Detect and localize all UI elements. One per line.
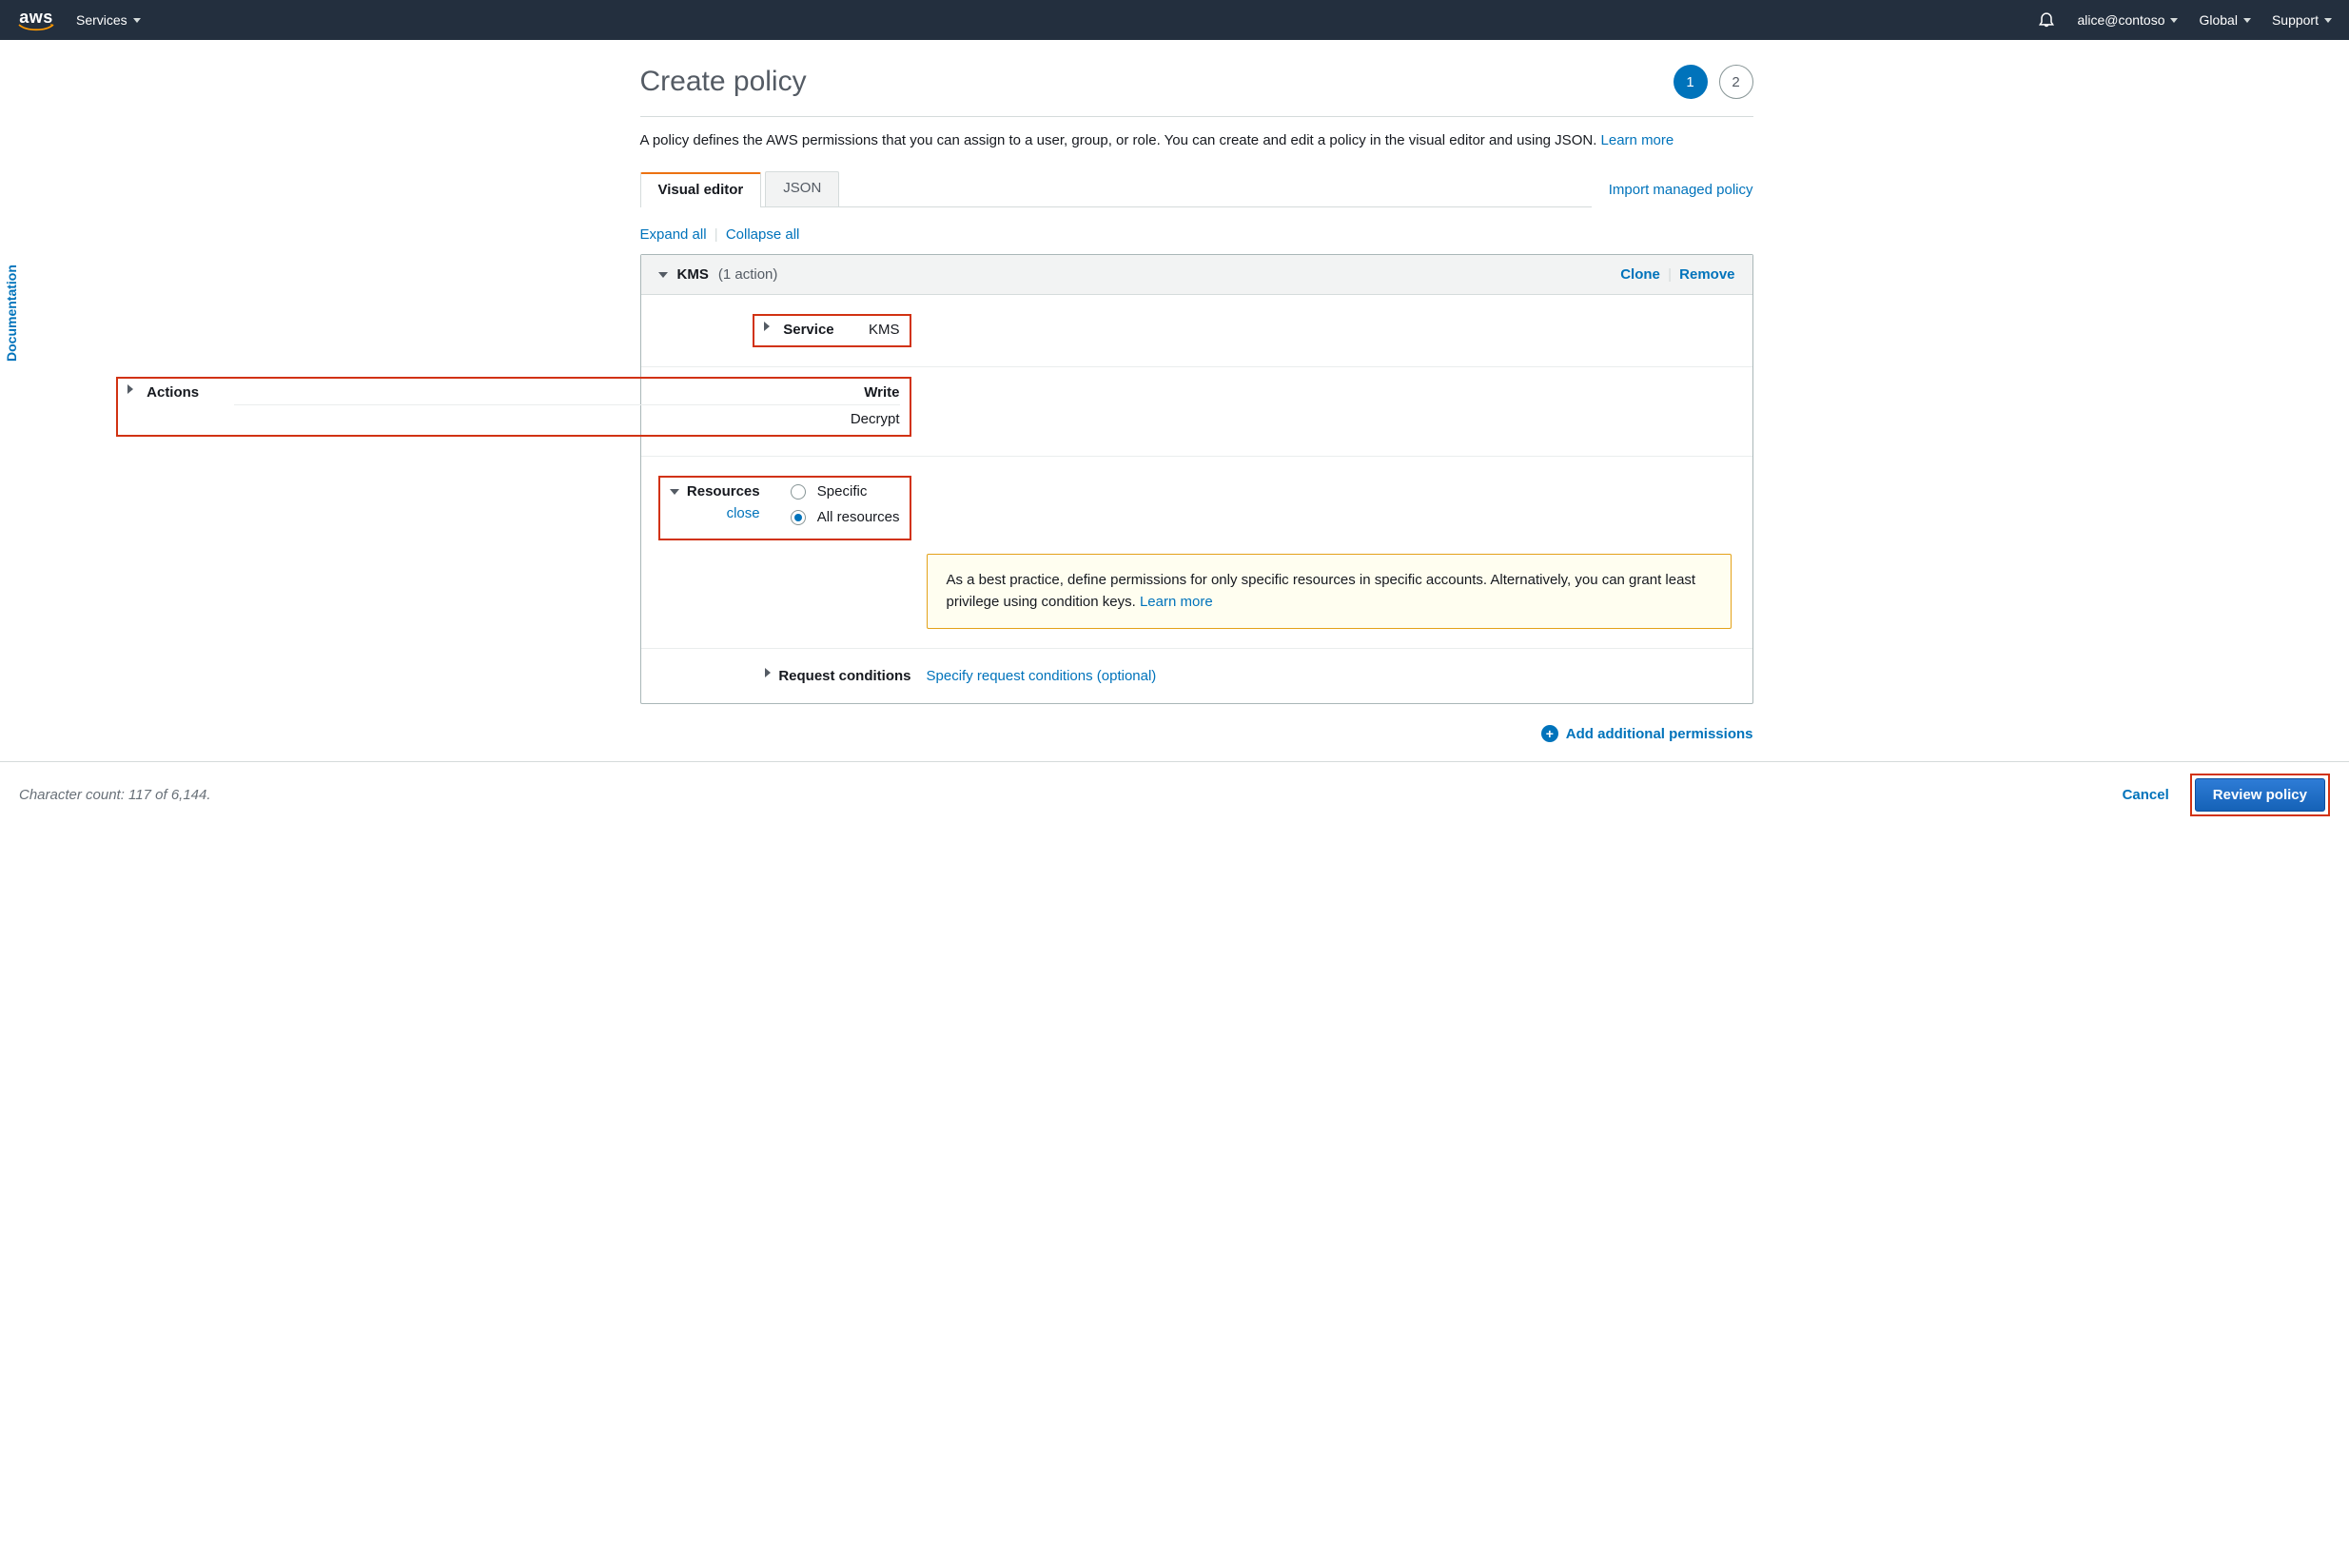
chevron-right-icon: [765, 668, 771, 677]
radio-selected-icon: [791, 510, 806, 525]
main-content: Create policy 1 2 A policy defines the A…: [612, 40, 1782, 742]
collapse-all-link[interactable]: Collapse all: [726, 226, 800, 243]
plus-circle-icon: +: [1541, 725, 1558, 742]
warning-learn-more-link[interactable]: Learn more: [1140, 594, 1213, 610]
region-menu[interactable]: Global: [2199, 12, 2250, 28]
chevron-down-icon: [658, 272, 668, 278]
account-menu[interactable]: alice@contoso: [2077, 12, 2178, 28]
radio-all-label: All resources: [817, 509, 900, 525]
highlight-resources: Resources close Specific: [658, 476, 911, 540]
services-label: Services: [76, 12, 127, 28]
permission-block-header-left: KMS (1 action): [658, 266, 778, 283]
caret-down-icon: [2243, 18, 2251, 23]
service-label[interactable]: Service: [783, 322, 833, 338]
step-2[interactable]: 2: [1719, 65, 1753, 99]
footer-actions: Cancel Review policy: [2123, 774, 2330, 816]
cancel-button[interactable]: Cancel: [2123, 787, 2169, 803]
radio-all-resources[interactable]: All resources: [791, 509, 900, 525]
radio-specific-label: Specific: [817, 483, 868, 500]
intro-body: A policy defines the AWS permissions tha…: [640, 132, 1601, 148]
aws-logo[interactable]: aws: [17, 9, 55, 31]
request-conditions-label-col: Request conditions: [641, 668, 927, 684]
aws-smile-icon: [17, 24, 55, 31]
intro-learn-more-link[interactable]: Learn more: [1601, 132, 1674, 148]
service-value: KMS: [869, 322, 900, 338]
top-nav-left: aws Services: [17, 9, 141, 31]
chevron-right-icon: [764, 322, 770, 331]
clone-link[interactable]: Clone: [1620, 266, 1660, 283]
resources-close-link[interactable]: close: [727, 505, 760, 521]
service-section: Service KMS: [641, 295, 1752, 367]
caret-down-icon: [2324, 18, 2332, 23]
best-practice-warning: As a best practice, define permissions f…: [927, 554, 1732, 629]
top-nav: aws Services alice@contoso Global Suppor…: [0, 0, 2349, 40]
top-nav-right: alice@contoso Global Support: [2037, 10, 2332, 31]
editor-tabs-row: Visual editor JSON Import managed policy: [640, 171, 1753, 207]
divider-pipe: |: [1668, 266, 1672, 283]
warning-text: As a best practice, define permissions f…: [947, 572, 1696, 610]
resources-label-col: Resources close Specific: [641, 476, 927, 540]
add-additional-permissions[interactable]: + Add additional permissions: [640, 725, 1753, 742]
remove-link[interactable]: Remove: [1679, 266, 1734, 283]
permission-block-header[interactable]: KMS (1 action) Clone | Remove: [641, 255, 1752, 295]
divider: [640, 116, 1753, 117]
highlight-service: Service KMS: [753, 314, 910, 347]
add-additional-permissions-label: Add additional permissions: [1566, 726, 1753, 742]
actions-label-col: Actions Write Decrypt: [641, 377, 927, 437]
actions-label[interactable]: Actions: [147, 384, 199, 401]
permission-service-name: KMS: [677, 266, 709, 283]
chevron-down-icon: [670, 489, 679, 495]
documentation-label: Documentation: [4, 265, 19, 362]
highlight-actions: Actions Write Decrypt: [116, 377, 910, 437]
support-label: Support: [2272, 12, 2319, 28]
expand-collapse-row: Expand all | Collapse all: [640, 226, 1753, 243]
resources-label[interactable]: Resources: [687, 483, 760, 500]
documentation-tab[interactable]: Documentation: [4, 265, 19, 362]
request-conditions-section: Request conditions Specify request condi…: [641, 649, 1752, 703]
actions-section: Actions Write Decrypt: [641, 367, 1752, 457]
service-label-col: Service KMS: [641, 314, 927, 347]
actions-item-decrypt: Decrypt: [234, 405, 900, 427]
tab-json[interactable]: JSON: [765, 171, 839, 206]
permission-block-header-right: Clone | Remove: [1620, 266, 1734, 283]
import-managed-policy-link[interactable]: Import managed policy: [1609, 182, 1753, 198]
editor-tabs: Visual editor JSON: [640, 171, 1592, 207]
character-count: Character count: 117 of 6,144.: [19, 787, 211, 803]
page-header: Create policy 1 2: [640, 65, 1753, 99]
caret-down-icon: [2170, 18, 2178, 23]
chevron-right-icon: [127, 384, 133, 394]
services-menu[interactable]: Services: [76, 12, 141, 28]
permission-block: KMS (1 action) Clone | Remove Service KM…: [640, 254, 1753, 704]
caret-down-icon: [133, 18, 141, 23]
actions-group-write: Write: [234, 384, 900, 405]
highlight-review-policy: Review policy: [2190, 774, 2330, 816]
account-label: alice@contoso: [2077, 12, 2164, 28]
step-indicator: 1 2: [1674, 65, 1753, 99]
radio-icon: [791, 484, 806, 500]
divider-pipe: |: [714, 226, 718, 243]
resources-section: Resources close Specific: [641, 457, 1752, 649]
intro-text: A policy defines the AWS permissions tha…: [640, 130, 1753, 150]
permission-action-count: (1 action): [718, 266, 778, 283]
region-label: Global: [2199, 12, 2237, 28]
support-menu[interactable]: Support: [2272, 12, 2332, 28]
footer: Character count: 117 of 6,144. Cancel Re…: [0, 761, 2349, 828]
tab-visual-editor[interactable]: Visual editor: [640, 172, 762, 207]
expand-all-link[interactable]: Expand all: [640, 226, 707, 243]
step-1[interactable]: 1: [1674, 65, 1708, 99]
notifications-icon[interactable]: [2037, 10, 2056, 31]
review-policy-button[interactable]: Review policy: [2195, 778, 2325, 812]
page-title: Create policy: [640, 66, 807, 98]
request-conditions-link[interactable]: Specify request conditions (optional): [927, 668, 1157, 684]
request-conditions-label[interactable]: Request conditions: [778, 668, 910, 684]
radio-specific[interactable]: Specific: [791, 483, 900, 500]
